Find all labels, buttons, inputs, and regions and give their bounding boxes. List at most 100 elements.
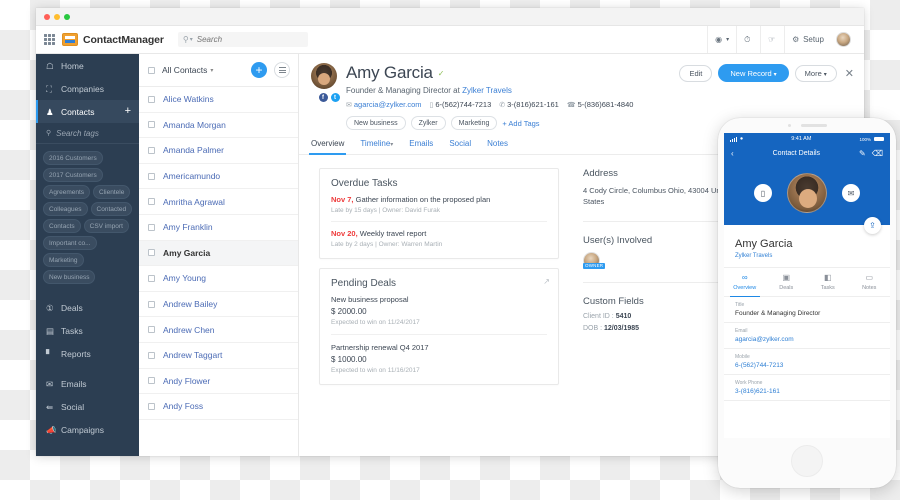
new-record-button[interactable]: New Record ▾ bbox=[718, 64, 789, 82]
trash-icon[interactable]: ⌫ bbox=[872, 149, 883, 158]
list-item[interactable]: Americamundo bbox=[139, 164, 298, 190]
sidebar-item-emails[interactable]: ✉ Emails bbox=[36, 372, 139, 395]
list-item[interactable]: Amanda Palmer bbox=[139, 138, 298, 164]
back-arrow-icon[interactable]: ‹ bbox=[731, 149, 734, 158]
phone-field-work-phone[interactable]: Work Phone 3-(816)621-161 bbox=[724, 375, 890, 401]
sidebar-item-social[interactable]: ⇚ Social bbox=[36, 395, 139, 418]
chevron-down-icon[interactable]: ▾ bbox=[190, 36, 193, 43]
row-checkbox[interactable] bbox=[148, 146, 155, 154]
chevron-down-icon[interactable]: ▾ bbox=[210, 67, 213, 74]
grid-apps-icon[interactable] bbox=[44, 34, 55, 45]
tag-chip[interactable]: 2016 Customers bbox=[43, 151, 103, 165]
sidebar-item-companies[interactable]: ⛶ Companies bbox=[36, 77, 139, 100]
tag-chip[interactable]: Zylker bbox=[410, 116, 446, 130]
sidebar-item-campaigns[interactable]: 📣 Campaigns bbox=[36, 418, 139, 441]
history-icon[interactable]: ⏱ bbox=[736, 26, 760, 53]
phone-field-mobile[interactable]: Mobile 6-(562)744-7213 bbox=[724, 349, 890, 375]
list-item[interactable]: Amritha Agrawal bbox=[139, 189, 298, 215]
tag-chip[interactable]: New business bbox=[43, 270, 96, 284]
pencil-icon[interactable]: ✎ bbox=[859, 149, 866, 158]
mobile-entry[interactable]: ▯ 6-(562)744-7213 bbox=[430, 100, 492, 109]
close-window-button[interactable] bbox=[44, 13, 50, 20]
phone-contact-company[interactable]: Zylker Travels bbox=[735, 253, 879, 259]
list-item[interactable]: Amy Franklin bbox=[139, 215, 298, 241]
list-item[interactable]: Andy Foss bbox=[139, 394, 298, 420]
row-checkbox[interactable] bbox=[148, 95, 155, 103]
expand-icon[interactable]: ↗ bbox=[543, 277, 550, 286]
tag-search[interactable]: ⚲ Search tags bbox=[36, 123, 139, 144]
row-checkbox[interactable] bbox=[148, 274, 155, 282]
row-checkbox[interactable] bbox=[148, 121, 155, 129]
notifications-icon[interactable]: ☞ bbox=[760, 26, 784, 53]
row-checkbox[interactable] bbox=[148, 223, 155, 231]
tab-emails[interactable]: Emails bbox=[409, 139, 433, 154]
twitter-icon[interactable]: t bbox=[330, 93, 340, 102]
tag-chip[interactable]: Marketing bbox=[43, 253, 84, 267]
row-checkbox[interactable] bbox=[148, 198, 155, 206]
add-tags-button[interactable]: + Add Tags bbox=[502, 119, 539, 128]
work-phone-entry[interactable]: ✆ 3-(816)621-161 bbox=[499, 100, 559, 109]
facebook-icon[interactable]: f bbox=[318, 93, 328, 102]
list-menu-button[interactable] bbox=[274, 62, 290, 78]
tag-chip[interactable]: CSV import bbox=[83, 219, 129, 233]
minimize-window-button[interactable] bbox=[54, 13, 60, 20]
sidebar-item-tasks[interactable]: ▤ Tasks bbox=[36, 319, 139, 342]
phone-tab-notes[interactable]: ▭ Notes bbox=[849, 268, 891, 296]
list-item[interactable]: Amanda Morgan bbox=[139, 113, 298, 139]
tag-chip[interactable]: Agreements bbox=[43, 185, 91, 199]
task-item[interactable]: Nov 7, Gather information on the propose… bbox=[331, 195, 547, 214]
deal-item[interactable]: New business proposal $ 2000.00 Expected… bbox=[331, 295, 547, 326]
deal-item[interactable]: Partnership renewal Q4 2017 $ 1000.00 Ex… bbox=[331, 343, 547, 374]
list-item[interactable]: Amy Young bbox=[139, 266, 298, 292]
more-button[interactable]: More ▾ bbox=[794, 64, 837, 82]
share-icon[interactable]: ⇪ bbox=[864, 217, 881, 234]
tab-timeline[interactable]: Timeline▾ bbox=[360, 139, 393, 154]
sidebar-item-contacts[interactable]: ♟ Contacts + bbox=[36, 100, 139, 123]
tag-chip[interactable]: Important co... bbox=[43, 236, 97, 250]
avatar[interactable] bbox=[836, 32, 851, 47]
list-item[interactable]: Andrew Bailey bbox=[139, 292, 298, 318]
tab-overview[interactable]: Overview bbox=[308, 139, 347, 155]
sidebar-item-home[interactable]: ☖ Home bbox=[36, 54, 139, 77]
phone-tab-overview[interactable]: ∞ Overview bbox=[724, 268, 766, 297]
tag-chip[interactable]: Marketing bbox=[450, 116, 498, 130]
sidebar-item-deals[interactable]: ① Deals bbox=[36, 296, 139, 319]
tag-chip[interactable]: New business bbox=[346, 116, 406, 130]
phone-tab-tasks[interactable]: ◧ Tasks bbox=[807, 268, 849, 296]
add-record-button[interactable]: + bbox=[251, 62, 267, 78]
message-icon[interactable]: ✉ bbox=[842, 184, 860, 202]
list-item[interactable]: Alice Watkins bbox=[139, 87, 298, 113]
tab-social[interactable]: Social bbox=[449, 139, 471, 154]
list-item[interactable]: Andrew Taggart bbox=[139, 343, 298, 369]
tab-notes[interactable]: Notes bbox=[487, 139, 508, 154]
row-checkbox[interactable] bbox=[148, 300, 155, 308]
avatar[interactable]: OWNER bbox=[583, 251, 606, 269]
add-contact-button[interactable]: + bbox=[125, 106, 131, 117]
list-item[interactable]: Andrew Chen bbox=[139, 317, 298, 343]
close-icon[interactable]: ✕ bbox=[845, 67, 854, 80]
row-checkbox[interactable] bbox=[148, 402, 155, 410]
maximize-window-button[interactable] bbox=[64, 13, 70, 20]
select-all-checkbox[interactable] bbox=[148, 66, 155, 74]
row-checkbox[interactable] bbox=[148, 172, 155, 180]
row-checkbox[interactable] bbox=[148, 326, 155, 334]
row-checkbox[interactable] bbox=[148, 377, 155, 385]
tag-chip[interactable]: 2017 Customers bbox=[43, 168, 103, 182]
email-entry[interactable]: ✉ agarcia@zylker.com bbox=[346, 100, 422, 109]
tag-chip[interactable]: Contacted bbox=[90, 202, 133, 216]
list-item[interactable]: Andy Flower bbox=[139, 369, 298, 395]
global-search[interactable]: ⚲ ▾ bbox=[177, 32, 308, 47]
search-input[interactable] bbox=[196, 35, 303, 44]
globe-icon[interactable]: ◉ ▾ bbox=[707, 26, 736, 53]
company-link[interactable]: Zylker Travels bbox=[462, 86, 512, 95]
phone-icon[interactable]: ▯ bbox=[754, 184, 772, 202]
task-item[interactable]: Nov 20, Weekly travel report Late by 2 d… bbox=[331, 229, 547, 248]
list-item-selected[interactable]: Amy Garcia bbox=[139, 240, 298, 267]
edit-button[interactable]: Edit bbox=[679, 64, 713, 82]
sidebar-item-reports[interactable]: ▘ Reports bbox=[36, 342, 139, 365]
phone-field-email[interactable]: Email agarcia@zylker.com bbox=[724, 323, 890, 349]
tag-chip[interactable]: Colleagues bbox=[43, 202, 88, 216]
setup-button[interactable]: ⚙ Setup bbox=[784, 26, 831, 53]
tag-chip[interactable]: Clientele bbox=[93, 185, 131, 199]
home-phone-entry[interactable]: ☎ 5-(836)681-4840 bbox=[567, 100, 634, 109]
